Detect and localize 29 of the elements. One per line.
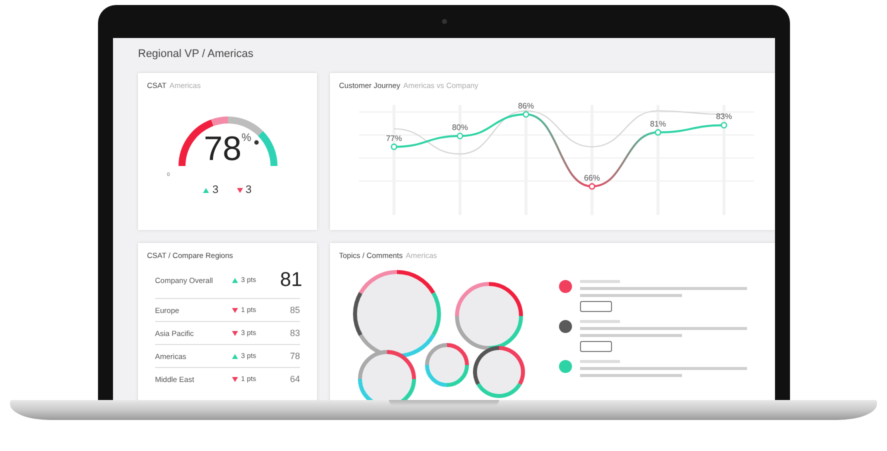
page-title: Regional VP / Americas <box>138 47 254 60</box>
data-point <box>588 183 596 190</box>
value-label: 86% <box>518 101 534 110</box>
value-label: 66% <box>584 173 600 182</box>
blurred-author-line <box>580 360 620 363</box>
value-label: 81% <box>650 119 666 128</box>
blurred-author-line <box>580 280 620 283</box>
value-label: 83% <box>716 112 732 122</box>
region-score: 78 <box>288 351 300 361</box>
data-point <box>720 122 728 128</box>
value-label: 80% <box>452 123 468 132</box>
donut-bubble <box>473 346 525 398</box>
change-value: 3 <box>212 184 218 196</box>
percent-unit: % <box>242 132 252 144</box>
data-point <box>390 144 398 150</box>
action-button[interactable] <box>580 301 612 312</box>
region-score: 85 <box>288 305 300 315</box>
change-value: 3 <box>246 184 252 196</box>
region-score: 83 <box>288 328 300 338</box>
region-score: 81 <box>280 268 300 292</box>
data-point <box>654 129 662 136</box>
camera-icon <box>442 19 446 24</box>
data-point <box>456 132 464 140</box>
data-point <box>522 111 530 118</box>
csat-value: 78 <box>204 130 242 169</box>
action-button[interactable] <box>580 341 612 352</box>
blurred-author-line <box>580 320 620 323</box>
region-score: 64 <box>288 374 300 384</box>
value-label: 77% <box>386 134 402 143</box>
